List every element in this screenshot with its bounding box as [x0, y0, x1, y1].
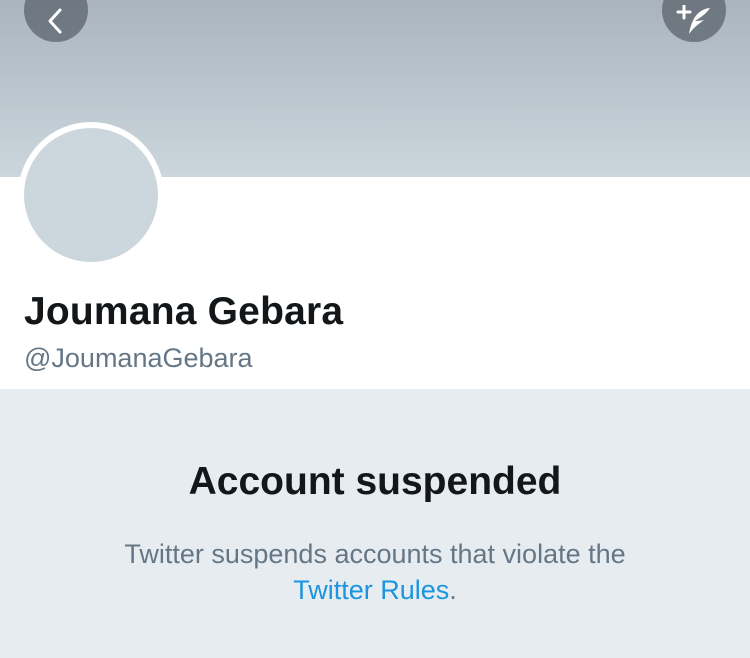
default-avatar-placeholder [24, 128, 158, 262]
avatar[interactable] [18, 122, 164, 268]
profile-display-name: Joumana Gebara [24, 290, 344, 333]
compose-tweet-icon [676, 5, 710, 34]
chevron-left-icon [48, 8, 62, 34]
twitter-rules-link[interactable]: Twitter Rules [293, 575, 449, 605]
suspension-message: Twitter suspends accounts that violate t… [0, 536, 750, 608]
suspension-message-period: . [449, 575, 457, 605]
account-suspended-title: Account suspended [188, 460, 562, 503]
suspension-message-line-2: Twitter Rules. [0, 572, 750, 608]
profile-handle: @JoumanaGebara [24, 343, 253, 373]
suspension-message-text: Twitter suspends accounts that violate t… [124, 539, 626, 569]
